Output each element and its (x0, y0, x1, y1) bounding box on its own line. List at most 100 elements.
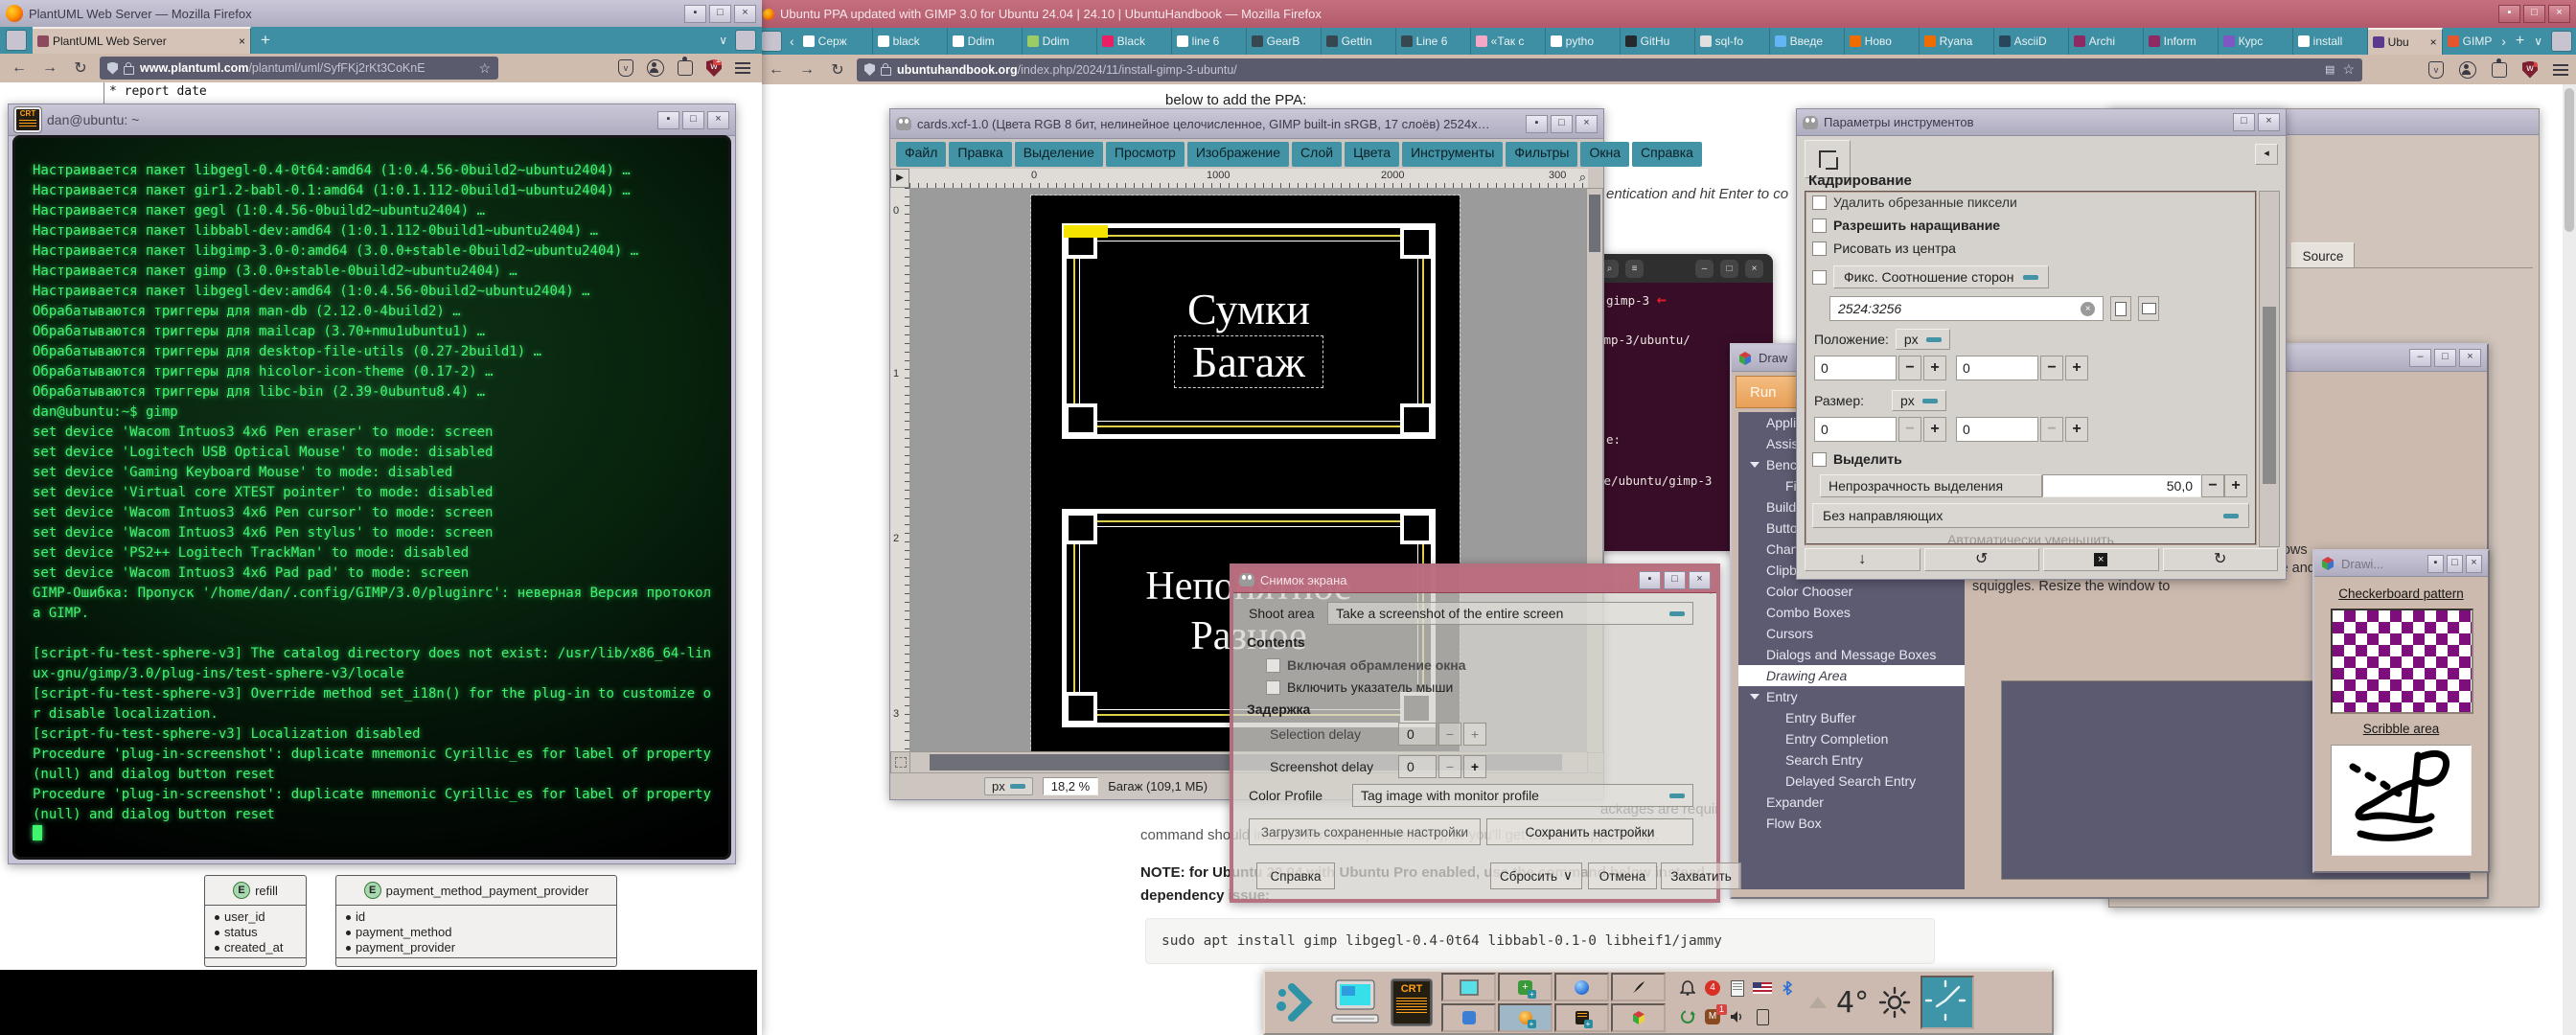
restore-button[interactable]: ▪ (1526, 115, 1548, 133)
clipboard-icon[interactable] (1731, 980, 1744, 997)
keyboard-layout-us-flag[interactable] (1753, 982, 1772, 994)
pocket-icon[interactable]: v (618, 59, 633, 77)
browser-tab[interactable]: sql-fo × (1695, 28, 1770, 55)
url-bar[interactable]: www.plantuml.com/plantuml/uml/SyfFKj2rKt… (100, 57, 498, 80)
maximize-button[interactable]: □ (2447, 555, 2463, 573)
menu-icon[interactable] (2553, 64, 2568, 76)
menu-item[interactable]: Просмотр (1106, 142, 1184, 167)
expander-arrow-icon[interactable] (1750, 462, 1760, 468)
browser-tab[interactable]: «Так с × (1471, 28, 1546, 55)
help-button[interactable]: Справка (1256, 862, 1335, 889)
list-tabs-icon[interactable]: ∨ (719, 34, 727, 47)
menu-item[interactable]: Инструменты (1402, 142, 1503, 167)
maximize-button[interactable]: □ (2523, 5, 2545, 23)
browser-tab[interactable]: GearB × (1247, 28, 1322, 55)
forward-button[interactable]: → (795, 58, 818, 81)
sidebar-item[interactable]: Color Chooser (1738, 581, 1965, 602)
menu-item[interactable]: Цвета (1345, 142, 1399, 167)
notifications-bell-icon[interactable] (1680, 980, 1695, 996)
browser-tab[interactable]: Black × (1097, 28, 1172, 55)
menu-item[interactable]: Фильтры (1506, 142, 1577, 167)
maximize-button[interactable]: □ (682, 111, 704, 129)
scribble-canvas[interactable] (2331, 745, 2472, 856)
restore-button[interactable]: ▪ (657, 111, 679, 129)
menu-item[interactable]: Окна (1580, 142, 1629, 167)
terminal-screen[interactable]: Настраивается пакет libgegl-0.4-0t64:amd… (12, 135, 731, 860)
minimize-button[interactable]: – (2409, 349, 2431, 367)
bluetooth-icon[interactable] (1782, 980, 1793, 996)
menu-icon[interactable]: ≡ (1625, 260, 1644, 278)
close-button[interactable]: × (734, 5, 756, 23)
launcher-monitor[interactable] (1441, 973, 1496, 1001)
close-button[interactable]: × (707, 111, 729, 129)
shoot-area-dropdown[interactable]: Take a screenshot of the entire screen (1327, 602, 1693, 625)
sidebar-item[interactable]: Cursors (1738, 623, 1965, 644)
position-y-input[interactable]: 0 (1956, 356, 2038, 380)
back-button[interactable]: ← (8, 57, 31, 80)
close-button[interactable]: × (2459, 349, 2481, 367)
list-tabs-icon[interactable]: ∨ (2534, 34, 2542, 48)
reload-button[interactable]: ↻ (69, 57, 92, 80)
scrollbar-thumb[interactable] (2263, 307, 2276, 484)
browser-tab[interactable]: Archi × (2069, 28, 2144, 55)
back-button[interactable]: ← (765, 58, 788, 81)
landscape-icon[interactable] (2138, 296, 2159, 321)
menu-item[interactable]: Файл (896, 142, 946, 167)
close-button[interactable]: × (2548, 5, 2570, 23)
bookmark-star-icon[interactable]: ☆ (2342, 61, 2355, 78)
browser-tab[interactable]: Ново × (1845, 28, 1920, 55)
browser-tab[interactable]: line 6 × (1172, 28, 1247, 55)
bookmark-star-icon[interactable]: ☆ (478, 60, 491, 77)
minimize-button[interactable]: – (1695, 260, 1714, 278)
clock-widget[interactable] (1920, 976, 1974, 1029)
browser-tab[interactable]: Gettin × (1322, 28, 1396, 55)
weather-sun-icon[interactable] (1878, 986, 1911, 1019)
launcher-crt-new[interactable]: + (1554, 1003, 1609, 1032)
launcher-demo-cube[interactable] (1611, 1003, 1666, 1032)
browser-tab[interactable]: Ddim × (948, 28, 1023, 55)
reset-tool-button[interactable]: ↻ (2163, 548, 2279, 571)
pocket-icon[interactable]: v (2428, 61, 2444, 79)
crt-launcher-icon[interactable]: CRT (1392, 979, 1432, 1025)
tab-source[interactable]: Source (2291, 242, 2355, 268)
sidebar-item[interactable]: Combo Boxes (1738, 602, 1965, 623)
adblock-icon[interactable]: w 13 (706, 59, 722, 77)
browser-tab[interactable]: Введе × (1770, 28, 1845, 55)
maximize-button[interactable]: □ (1720, 260, 1738, 278)
guides-dropdown[interactable]: Без направляющих (1812, 503, 2249, 528)
reset-button[interactable]: Сбросить ∨ (1490, 862, 1582, 889)
increment-button[interactable]: + (1463, 755, 1486, 778)
extensions-icon[interactable] (2492, 62, 2507, 78)
maximize-button[interactable]: □ (1551, 115, 1573, 133)
menu-item[interactable]: Правка (949, 142, 1011, 167)
selection-delay-input[interactable]: 0 (1398, 723, 1437, 746)
maximize-button[interactable]: □ (2233, 113, 2255, 131)
browser-tab[interactable]: pytho × (1546, 28, 1621, 55)
decrement-button[interactable]: − (2040, 356, 2063, 380)
browser-tab[interactable]: GitHu × (1621, 28, 1695, 55)
browser-tab[interactable]: Ryana × (1920, 28, 1994, 55)
option-window-frame[interactable]: Включая обрамление окна (1266, 657, 1466, 673)
forward-button[interactable]: → (38, 57, 61, 80)
close-button[interactable]: × (1745, 260, 1763, 278)
option-fixed-ratio[interactable]: Фикс. Соотношение сторон (1812, 265, 2049, 288)
titlebar[interactable]: PlantUML Web Server — Mozilla Firefox ▪ … (0, 0, 762, 28)
zoom-level[interactable]: 18,2 % (1043, 777, 1098, 795)
menu-item[interactable]: Справка (1632, 142, 1702, 167)
maximize-button[interactable]: □ (709, 5, 731, 23)
ruler-origin[interactable]: ▶ (890, 169, 909, 188)
increment-button[interactable]: + (2065, 417, 2088, 442)
sidebar-item[interactable]: Entry (1738, 686, 1965, 707)
titlebar[interactable]: Ubuntu PPA updated with GIMP 3.0 for Ubu… (757, 0, 2576, 29)
option-allow-growing[interactable]: Разрешить наращивание (1812, 218, 2000, 233)
new-tab-button[interactable]: + (2516, 33, 2524, 50)
browser-tab[interactable]: Line 6 × (1396, 28, 1471, 55)
expander-arrow-icon[interactable] (1750, 694, 1760, 700)
firefox-view-icon[interactable] (761, 31, 782, 52)
titlebar[interactable]: CRT dan@ubuntu: ~ ▪ □ × (9, 104, 735, 136)
restore-button[interactable]: ▪ (2427, 555, 2444, 573)
launcher-sphere[interactable] (1554, 973, 1609, 1001)
ratio-input[interactable]: 2524:3256 × (1829, 296, 2104, 321)
browser-tab[interactable]: Серж × (798, 28, 873, 55)
page-scrollbar[interactable] (2563, 84, 2576, 1035)
